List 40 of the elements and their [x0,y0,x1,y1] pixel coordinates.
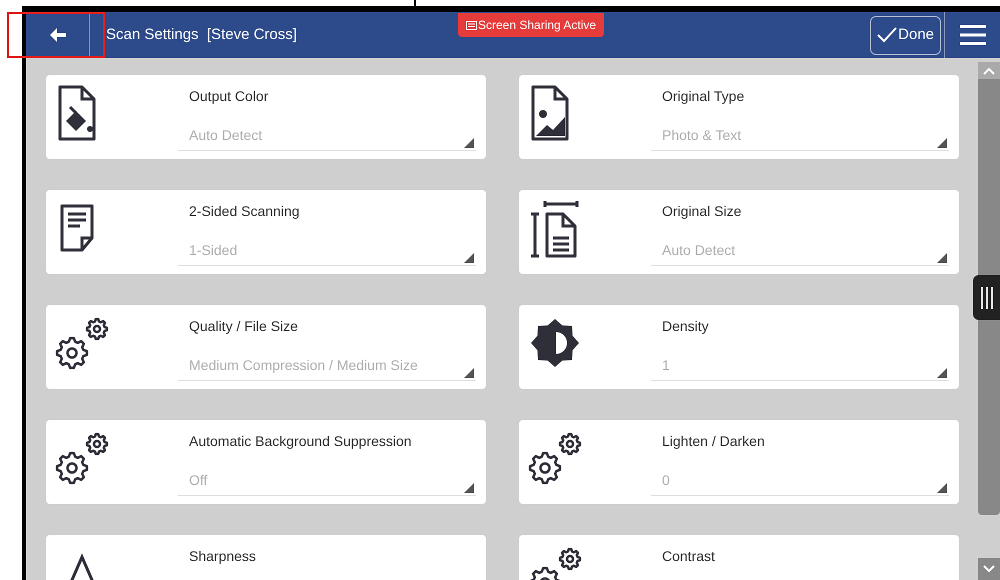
setting-card[interactable]: Lighten / Darken 0 [519,420,959,504]
dropdown-corner-icon [937,253,947,263]
setting-label: Contrast [662,547,715,566]
setting-card[interactable]: 2-Sided Scanning 1-Sided [46,190,486,274]
dropdown-corner-icon [937,368,947,378]
setting-label: Automatic Background Suppression [189,432,412,451]
badge-text: Screen Sharing Active [478,17,596,34]
setting-card[interactable]: Density 1 [519,305,959,389]
setting-card[interactable]: Automatic Background Suppression Off [46,420,486,504]
scroll-down-button[interactable] [978,558,1000,580]
screen-title: Scan Settings [Steve Cross] [106,24,297,45]
setting-label: Quality / File Size [189,317,298,336]
dropdown-corner-icon [937,483,947,493]
setting-card[interactable]: Original Size Auto Detect [519,190,959,274]
setting-label: Original Type [662,87,744,106]
dropdown-corner-icon [464,368,474,378]
chevron-up-icon [983,66,995,74]
chevron-down-icon [983,565,995,573]
scroll-handle[interactable] [973,275,1000,320]
back-arrow-icon [50,28,66,42]
grip-icon [980,286,992,308]
check-icon [877,27,898,43]
setting-label: Original Size [662,202,742,221]
dropdown-corner-icon [937,138,947,148]
setting-card[interactable]: Sharpness [46,535,486,580]
setting-label: Sharpness [189,547,256,566]
setting-card[interactable]: Contrast [519,535,959,580]
setting-label: Density [662,317,709,336]
menu-icon [960,25,986,45]
setting-card[interactable]: Original Type Photo & Text [519,75,959,159]
setting-card[interactable]: Quality / File Size Medium Compression / Medium Size [46,305,486,389]
dropdown-corner-icon [464,253,474,263]
dropdown-corner-icon [464,483,474,493]
setting-card[interactable]: Output Color Auto Detect [46,75,486,159]
screen-icon [466,20,477,30]
setting-label: Lighten / Darken [662,432,765,451]
dropdown-corner-icon [464,138,474,148]
done-button[interactable]: Done [870,16,941,54]
setting-label: Output Color [189,87,268,106]
setting-label: 2-Sided Scanning [189,202,300,221]
